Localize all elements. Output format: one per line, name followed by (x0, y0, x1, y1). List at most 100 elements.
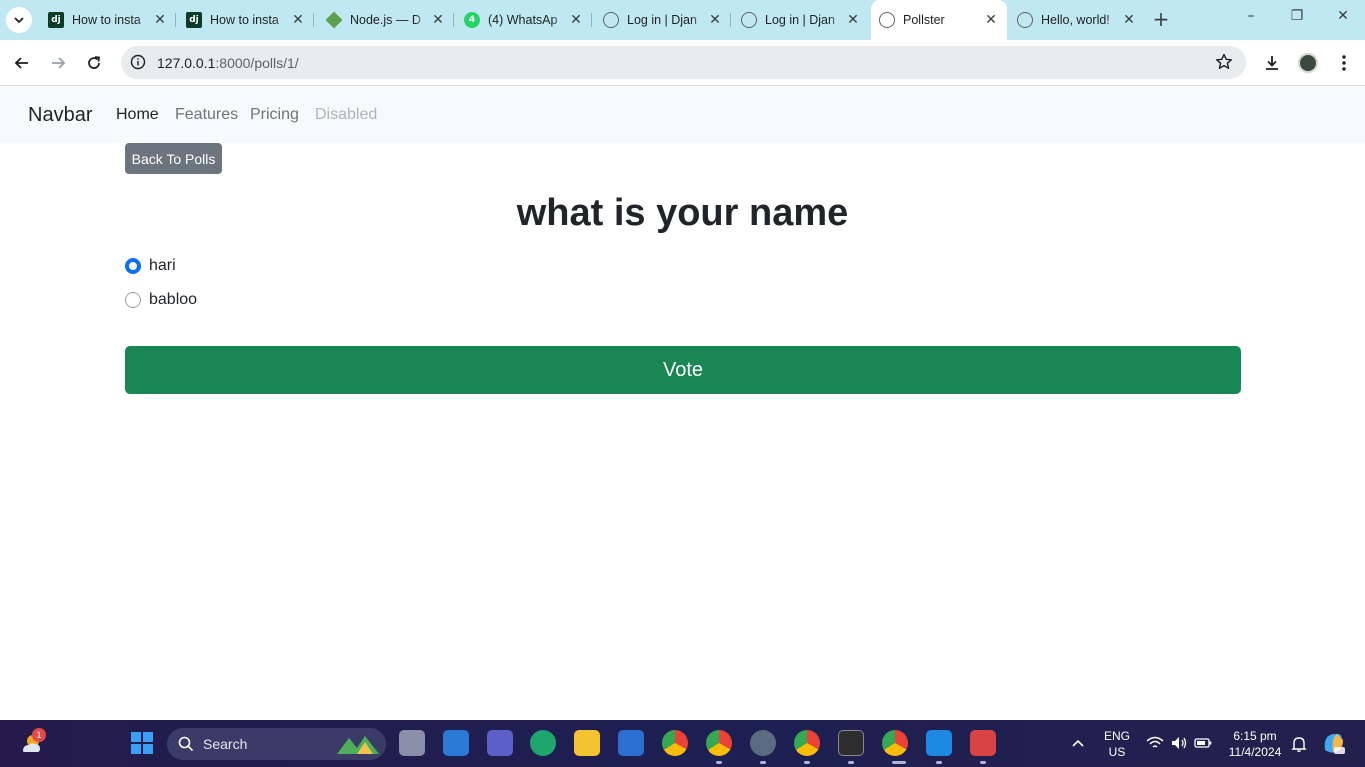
download-icon[interactable] (1261, 52, 1283, 74)
edge-icon[interactable] (530, 730, 556, 756)
address-text[interactable]: 127.0.0.1:8000/polls/1/ (157, 55, 299, 71)
settings-gear-icon[interactable] (750, 730, 776, 756)
nav-link-home[interactable]: Home (116, 106, 159, 124)
bookmark-star-icon[interactable] (1214, 52, 1234, 72)
django-favicon-icon: dj (48, 12, 64, 28)
address-bar[interactable]: 127.0.0.1:8000/polls/1/ (121, 46, 1246, 79)
globe-favicon-icon (603, 12, 619, 28)
clock[interactable]: 6:15 pm 11/4/2024 (1224, 728, 1286, 760)
browser-tab[interactable]: Node.js — D ✕ (318, 6, 454, 34)
vote-button[interactable]: Vote (125, 346, 1241, 394)
nodejs-favicon-icon (325, 11, 343, 29)
globe-favicon-icon (1017, 12, 1033, 28)
chrome-work-icon[interactable] (794, 730, 820, 756)
menu-kebab-icon[interactable] (1333, 52, 1355, 74)
browser-tab[interactable]: dj How to insta ✕ (40, 6, 176, 34)
browser-tab[interactable]: 4 (4) WhatsAp ✕ (456, 6, 592, 34)
running-indicator (980, 761, 986, 764)
globe-favicon-icon (741, 12, 757, 28)
wifi-icon[interactable] (1146, 736, 1164, 750)
vscode-icon[interactable] (926, 730, 952, 756)
chevron-up-icon[interactable] (1071, 737, 1085, 749)
tab-title: Log in | Djan (765, 13, 835, 27)
teams-icon[interactable] (487, 730, 513, 756)
volume-icon[interactable] (1170, 735, 1188, 751)
choice-radio[interactable] (125, 292, 141, 308)
new-tab-button[interactable]: + (1150, 9, 1172, 31)
notification-badge: 1 (32, 728, 46, 742)
tab-title: How to insta (210, 13, 279, 27)
terminal-icon[interactable] (838, 730, 864, 756)
tab-title: Pollster (903, 13, 945, 27)
browser-tab-active[interactable]: Pollster ✕ (871, 0, 1007, 40)
poll-question: what is your name (516, 192, 849, 234)
browser-tab[interactable]: Log in | Djan ✕ (595, 6, 731, 34)
tab-strip: dj How to insta ✕ dj How to insta ✕ Node… (0, 0, 1365, 40)
close-tab-icon[interactable]: ✕ (1121, 12, 1137, 28)
choice-radio-checked[interactable] (125, 258, 141, 274)
close-tab-icon[interactable]: ✕ (845, 12, 861, 28)
address-host: 127.0.0.1 (157, 55, 216, 71)
running-indicator (848, 761, 854, 764)
forward-nav-button[interactable] (45, 50, 71, 76)
browser-tab[interactable]: Hello, world! ✕ (1009, 6, 1145, 34)
nav-link-features[interactable]: Features (175, 106, 238, 124)
region-code: US (1108, 745, 1126, 759)
running-indicator (804, 761, 810, 764)
tab-title: Hello, world! (1041, 13, 1110, 27)
bell-icon[interactable] (1291, 735, 1307, 753)
running-indicator (892, 761, 906, 764)
windows-start-icon[interactable] (131, 732, 153, 754)
close-tab-icon[interactable]: ✕ (152, 12, 168, 28)
site-info-icon[interactable] (129, 53, 147, 71)
profile-avatar[interactable] (1297, 52, 1319, 74)
back-nav-button[interactable] (9, 50, 35, 76)
os-taskbar: 1 Search ENG US 6:15 pm 11/4/2024 (0, 720, 1365, 767)
choice-option[interactable]: babloo (125, 291, 197, 309)
nav-link-disabled: Disabled (315, 106, 378, 123)
browser-tab[interactable]: Log in | Djan ✕ (733, 6, 869, 34)
taskbar-search-box[interactable]: Search (167, 728, 386, 760)
search-icon (178, 736, 194, 752)
choice-label: babloo (149, 291, 198, 308)
mail-icon[interactable] (443, 730, 469, 756)
tab-search-button[interactable] (6, 7, 32, 33)
chevron-down-icon (14, 17, 24, 24)
minimize-button[interactable]: – (1238, 8, 1264, 32)
chrome-active-icon[interactable] (882, 730, 908, 756)
tab-title: How to insta (72, 13, 141, 27)
close-tab-icon[interactable]: ✕ (983, 12, 999, 28)
browser-tab[interactable]: dj How to insta ✕ (178, 6, 314, 34)
choice-label: hari (149, 257, 176, 274)
language-indicator[interactable]: ENG US (1100, 728, 1134, 760)
clock-time: 6:15 pm (1233, 729, 1277, 743)
django-favicon-icon: dj (186, 12, 202, 28)
restore-button[interactable]: ❐ (1284, 8, 1310, 32)
browser-toolbar: 127.0.0.1:8000/polls/1/ (0, 40, 1365, 86)
store-icon[interactable] (618, 730, 644, 756)
close-window-button[interactable]: ✕ (1330, 8, 1356, 32)
navbar-brand[interactable]: Navbar (28, 104, 92, 127)
running-indicator (716, 761, 722, 764)
nav-link-pricing[interactable]: Pricing (250, 106, 299, 124)
taskbar-search-label: Search (203, 736, 248, 752)
close-tab-icon[interactable]: ✕ (430, 12, 446, 28)
chrome-icon[interactable] (662, 730, 688, 756)
file-explorer-icon[interactable] (574, 730, 600, 756)
whatsapp-favicon-icon: 4 (464, 12, 480, 28)
close-tab-icon[interactable]: ✕ (568, 12, 584, 28)
close-tab-icon[interactable]: ✕ (290, 12, 306, 28)
chrome-profile-icon[interactable] (706, 730, 732, 756)
battery-icon[interactable] (1194, 736, 1212, 750)
reload-button[interactable] (81, 50, 107, 76)
task-view-icon[interactable] (399, 730, 425, 756)
copilot-icon[interactable] (1321, 730, 1347, 756)
choice-option[interactable]: hari (125, 257, 176, 275)
tab-title: (4) WhatsAp (488, 13, 558, 27)
arrow-right-icon (52, 57, 66, 69)
back-to-polls-button[interactable]: Back To Polls (125, 143, 222, 174)
close-tab-icon[interactable]: ✕ (707, 12, 723, 28)
snipping-tool-icon[interactable] (970, 730, 996, 756)
address-path: :8000/polls/1/ (215, 55, 299, 71)
tab-title: Log in | Djan (627, 13, 697, 27)
